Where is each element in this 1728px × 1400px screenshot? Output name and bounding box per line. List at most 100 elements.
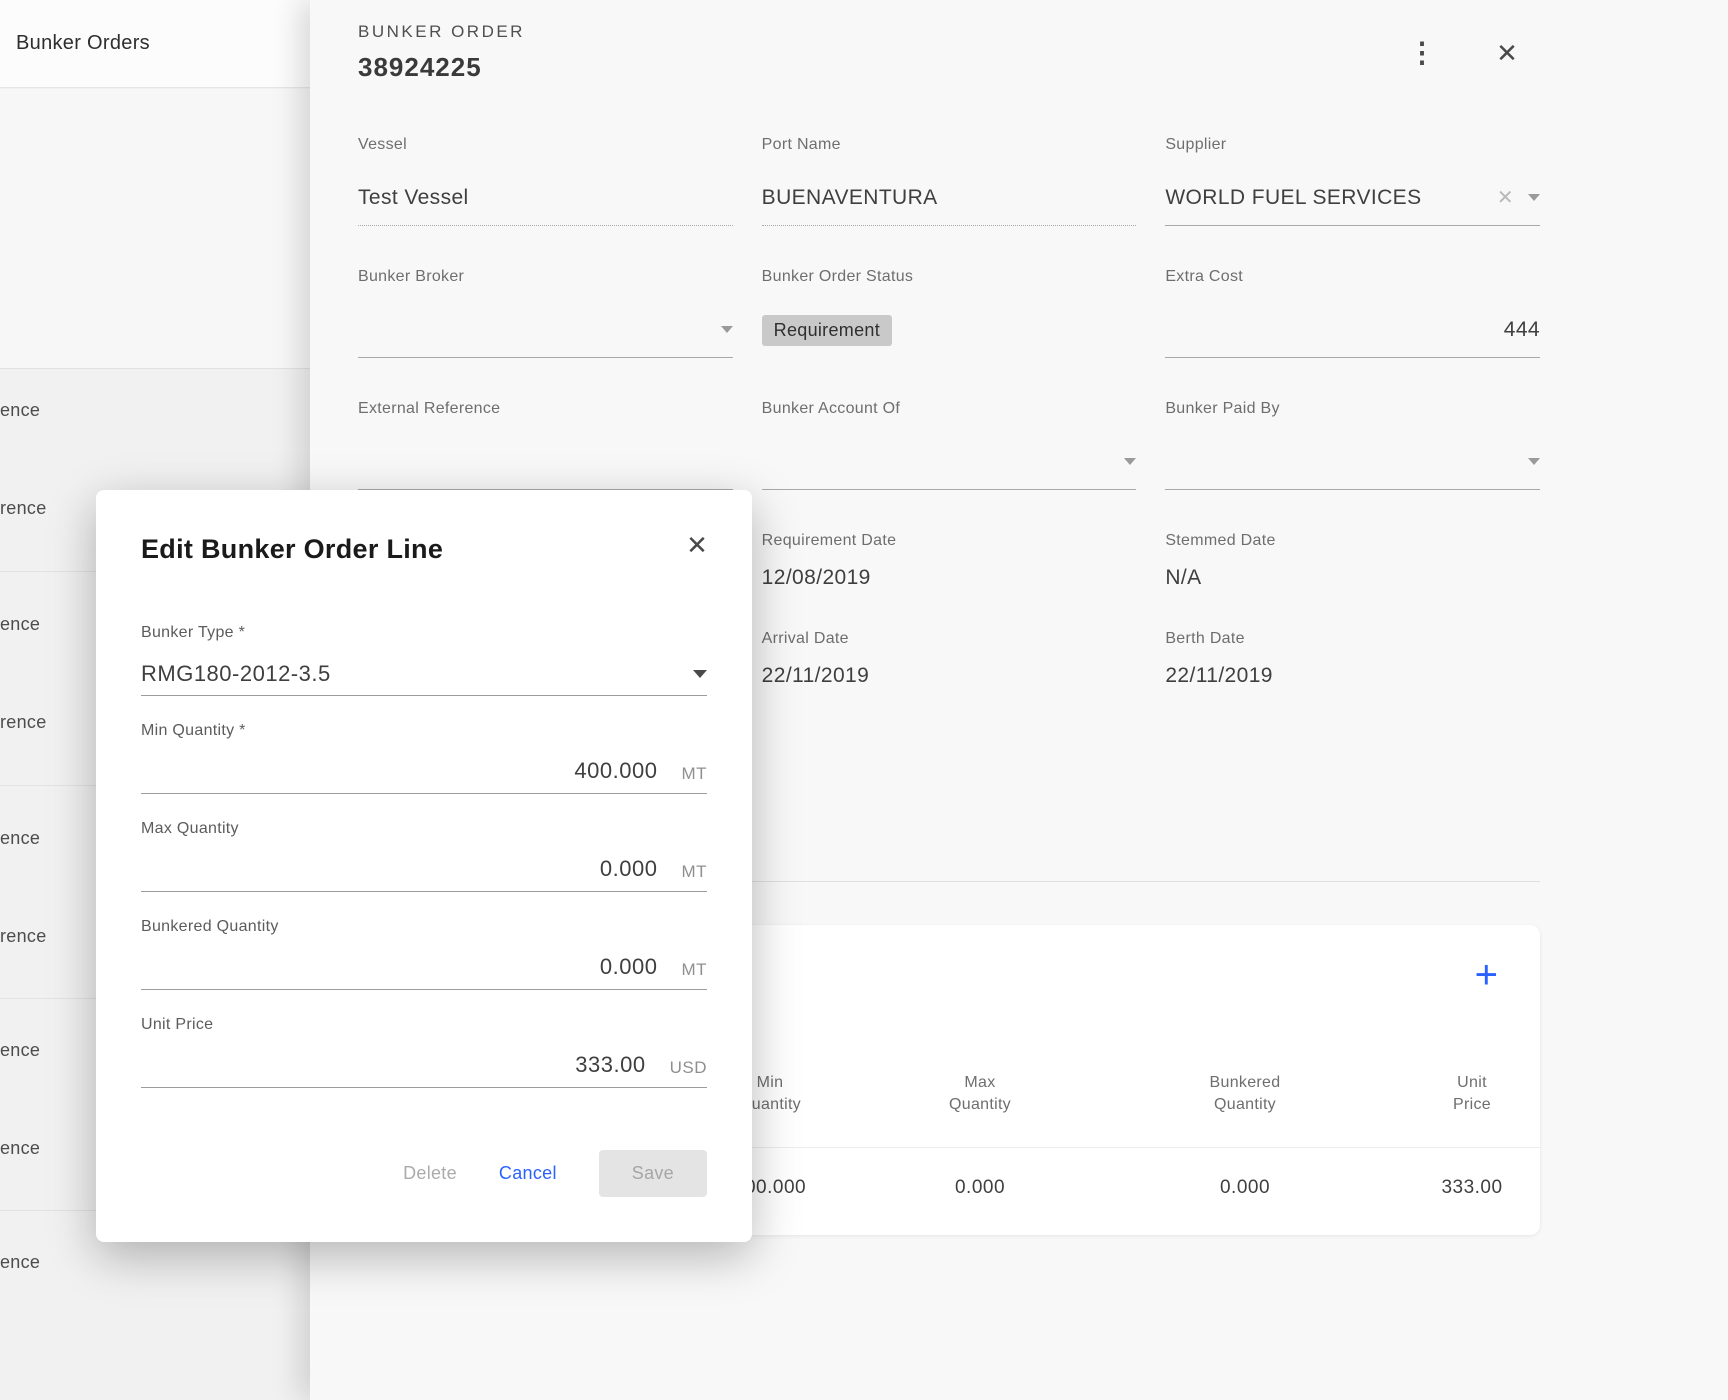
chevron-down-icon[interactable] [1528, 458, 1540, 465]
cancel-button[interactable]: Cancel [499, 1163, 557, 1184]
kebab-menu-icon[interactable]: ⋮ [1408, 38, 1436, 68]
panel-close-icon[interactable]: ✕ [1492, 38, 1522, 68]
field-max-quantity: Max Quantity 0.000 MT [141, 820, 707, 892]
col-header-unit-price: Unit Price [1453, 1072, 1491, 1116]
col-header-max-quantity: Max Quantity [949, 1072, 1011, 1116]
extra-cost-value: 444 [1504, 318, 1540, 342]
status-badge: Requirement [762, 315, 892, 346]
delete-button[interactable]: Delete [403, 1163, 457, 1184]
chevron-down-icon[interactable] [1528, 194, 1540, 201]
vessel-input[interactable]: Test Vessel [358, 170, 733, 226]
save-button[interactable]: Save [599, 1150, 707, 1197]
chevron-down-icon[interactable] [693, 670, 707, 678]
port-name-input[interactable]: BUENAVENTURA [762, 170, 1137, 226]
col-header-line: Max [949, 1072, 1011, 1094]
external-reference-label: External Reference [358, 400, 733, 418]
field-bunker-paid-by: Bunker Paid By [1165, 400, 1540, 490]
stemmed-date-text: N/A [1165, 566, 1201, 590]
bunker-order-status-field: Requirement [762, 302, 1137, 358]
min-quantity-label: Min Quantity * [141, 722, 707, 742]
panel-header: BUNKER ORDER 38924225 ⋮ ✕ [310, 0, 1728, 83]
order-id: 38924225 [358, 52, 1540, 83]
list-header-area [0, 89, 320, 368]
list-row-fragment[interactable]: rence [0, 926, 47, 947]
modal-close-icon[interactable]: ✕ [682, 530, 712, 560]
chevron-down-icon[interactable] [721, 326, 733, 333]
list-row-fragment[interactable]: ence [0, 400, 40, 421]
field-min-quantity: Min Quantity * 400.000 MT [141, 722, 707, 794]
list-row-fragment[interactable]: ence [0, 1040, 40, 1061]
clear-icon[interactable]: ✕ [1497, 185, 1514, 210]
list-row-fragment[interactable]: ence [0, 614, 40, 635]
cell-unit-price[interactable]: 333.00 [1441, 1177, 1502, 1199]
bunker-type-label: Bunker Type * [141, 624, 707, 644]
field-bunker-order-status: Bunker Order Status Requirement [762, 268, 1137, 358]
unit-price-value: 333.00 [575, 1052, 645, 1078]
plus-icon: + [1475, 953, 1498, 997]
stemmed-date-value: N/A [1165, 566, 1540, 590]
extra-cost-input[interactable]: 444 [1165, 302, 1540, 358]
requirement-date-text: 12/08/2019 [762, 566, 871, 590]
max-quantity-value: 0.000 [600, 856, 658, 882]
field-requirement-date: Requirement Date 12/08/2019 [762, 532, 1137, 590]
field-arrival-date: Arrival Date 22/11/2019 [762, 630, 1137, 688]
bunkered-quantity-value: 0.000 [600, 954, 658, 980]
bunker-paid-by-label: Bunker Paid By [1165, 400, 1540, 418]
bunker-order-status-label: Bunker Order Status [762, 268, 1137, 286]
field-vessel: Vessel Test Vessel [358, 136, 733, 226]
list-row-fragment[interactable]: ence [0, 1138, 40, 1159]
list-row-fragment[interactable]: ence [0, 1252, 40, 1273]
field-supplier: Supplier WORLD FUEL SERVICES ✕ [1165, 136, 1540, 226]
cell-bunkered-quantity[interactable]: 0.000 [1220, 1177, 1270, 1199]
arrival-date-value: 22/11/2019 [762, 664, 1137, 688]
modal-actions: Delete Cancel Save [141, 1150, 707, 1197]
field-unit-price: Unit Price 333.00 USD [141, 1016, 707, 1088]
cell-max-quantity[interactable]: 0.000 [955, 1177, 1005, 1199]
max-quantity-input[interactable]: 0.000 MT [141, 848, 707, 892]
modal-title: Edit Bunker Order Line [141, 534, 707, 568]
bunker-type-select[interactable]: RMG180-2012-3.5 [141, 652, 707, 696]
field-bunker-type: Bunker Type * RMG180-2012-3.5 [141, 624, 707, 696]
field-port-name: Port Name BUENAVENTURA [762, 136, 1137, 226]
arrival-date-label: Arrival Date [762, 630, 1137, 648]
port-name-label: Port Name [762, 136, 1137, 154]
min-quantity-value: 400.000 [574, 758, 657, 784]
bunkered-quantity-unit: MT [681, 960, 707, 980]
external-reference-input[interactable] [358, 434, 733, 490]
supplier-value: WORLD FUEL SERVICES [1165, 186, 1421, 210]
max-quantity-unit: MT [681, 862, 707, 882]
supplier-select[interactable]: WORLD FUEL SERVICES ✕ [1165, 170, 1540, 226]
bunker-account-of-select[interactable] [762, 434, 1137, 490]
bunker-type-value: RMG180-2012-3.5 [141, 661, 331, 687]
list-row-fragment[interactable]: ence [0, 828, 40, 849]
unit-price-unit: USD [670, 1058, 707, 1078]
add-line-button[interactable]: + [1475, 955, 1498, 995]
min-quantity-input[interactable]: 400.000 MT [141, 750, 707, 794]
edit-bunker-order-line-modal: Edit Bunker Order Line ✕ Bunker Type * R… [96, 490, 752, 1242]
extra-cost-label: Extra Cost [1165, 268, 1540, 286]
bunker-account-of-label: Bunker Account Of [762, 400, 1137, 418]
list-row-fragment[interactable]: rence [0, 712, 47, 733]
max-quantity-label: Max Quantity [141, 820, 707, 840]
supplier-label: Supplier [1165, 136, 1540, 154]
col-header-line: Unit [1453, 1072, 1491, 1094]
panel-header-label: BUNKER ORDER [358, 22, 1540, 42]
vessel-label: Vessel [358, 136, 733, 154]
unit-price-label: Unit Price [141, 1016, 707, 1036]
field-bunker-broker: Bunker Broker [358, 268, 733, 358]
chevron-down-icon[interactable] [1124, 458, 1136, 465]
col-header-line: Price [1453, 1094, 1491, 1116]
bunkered-quantity-input[interactable]: 0.000 MT [141, 946, 707, 990]
berth-date-label: Berth Date [1165, 630, 1540, 648]
list-row-fragment[interactable]: rence [0, 498, 47, 519]
bunker-broker-select[interactable] [358, 302, 733, 358]
unit-price-input[interactable]: 333.00 USD [141, 1044, 707, 1088]
col-header-bunkered-quantity: Bunkered Quantity [1210, 1072, 1281, 1116]
col-header-line: Quantity [1210, 1094, 1281, 1116]
bunkered-quantity-label: Bunkered Quantity [141, 918, 707, 938]
field-stemmed-date: Stemmed Date N/A [1165, 532, 1540, 590]
berth-date-value: 22/11/2019 [1165, 664, 1540, 688]
field-extra-cost: Extra Cost 444 [1165, 268, 1540, 358]
port-name-value: BUENAVENTURA [762, 186, 938, 210]
bunker-paid-by-select[interactable] [1165, 434, 1540, 490]
